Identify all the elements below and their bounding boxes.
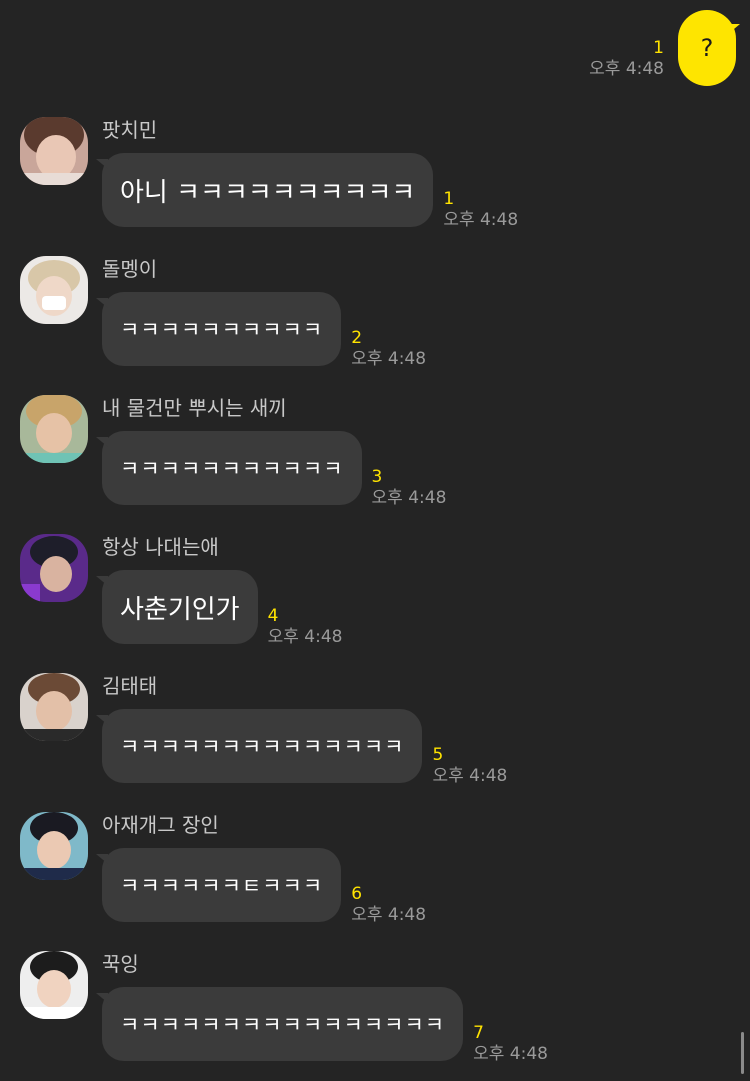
profile-photo-icon xyxy=(20,812,88,880)
sender-name: 꾹잉 xyxy=(102,952,139,976)
message-text: ㅋㅋㅋㅋㅋㅋㅋㅋㅋㅋㅋㅋㅋㅋ xyxy=(120,735,405,759)
message-bubble[interactable]: ㅋㅋㅋㅋㅋㅋㅋㅋㅋㅋ xyxy=(95,292,342,366)
profile-avatar[interactable] xyxy=(20,812,88,880)
my-message: 1 오후 4:48 ? xyxy=(589,10,740,86)
message-line: ㅋㅋㅋㅋㅋㅋㅋㅋㅋㅋ 2 오후 4:48 xyxy=(95,292,426,369)
message-text: 사춘기인가 xyxy=(120,594,240,625)
unread-count: 2 xyxy=(351,328,363,348)
profile-avatar[interactable] xyxy=(20,534,88,602)
message-time: 오후 4:48 xyxy=(432,766,508,786)
message-bubble[interactable]: 사춘기인가 xyxy=(96,570,258,644)
profile-avatar[interactable] xyxy=(20,395,88,463)
sender-name: 아재개그 장인 xyxy=(102,813,219,837)
message-time: 오후 4:48 xyxy=(351,905,427,925)
message-meta: 5 오후 4:48 xyxy=(432,745,507,787)
message-line: 아니 ㅋㅋㅋㅋㅋㅋㅋㅋㅋㅋ 1 오후 4:48 xyxy=(95,153,518,230)
profile-avatar[interactable] xyxy=(20,951,88,1019)
profile-photo-icon xyxy=(20,395,88,463)
sender-name: 내 물건만 뿌시는 새끼 xyxy=(102,396,287,420)
profile-photo-icon xyxy=(20,534,88,602)
my-message-meta: 1 오후 4:48 xyxy=(589,38,664,80)
message-time: 오후 4:48 xyxy=(443,210,519,230)
profile-photo-icon xyxy=(20,117,88,185)
sender-name: 김태태 xyxy=(102,674,158,698)
message-line: ㅋㅋㅋㅋㅋㅋㅋㅋㅋㅋㅋㅋㅋㅋ 5 오후 4:48 xyxy=(95,709,507,786)
unread-count: 5 xyxy=(432,745,444,765)
message-text: ㅋㅋㅋㅋㅋㅋㅋㅋㅋㅋ xyxy=(120,318,324,342)
message-time: 오후 4:48 xyxy=(473,1044,548,1064)
profile-photo-icon xyxy=(20,951,88,1019)
message-time: 오후 4:48 xyxy=(351,349,427,369)
message-text: ㅋㅋㅋㅋㅋㅋㅋㅋㅋㅋㅋㅋㅋㅋㅋㅋ xyxy=(120,1013,446,1037)
message-meta: 7 오후 4:48 xyxy=(473,1023,548,1065)
unread-count: 3 xyxy=(371,467,383,487)
message-bubble[interactable]: ㅋㅋㅋㅋㅋㅋㅋㅋㅋㅋㅋㅋㅋㅋㅋㅋ xyxy=(95,987,464,1061)
unread-count: 7 xyxy=(473,1023,484,1043)
message-meta: 2 오후 4:48 xyxy=(351,328,426,370)
profile-avatar[interactable] xyxy=(20,673,88,741)
chat-message: 김태태 ㅋㅋㅋㅋㅋㅋㅋㅋㅋㅋㅋㅋㅋㅋ 5 오후 4:48 xyxy=(0,673,750,803)
message-line: ㅋㅋㅋㅋㅋㅋㅋㅋㅋㅋㅋㅋㅋㅋㅋㅋ 7 오후 4:48 xyxy=(95,987,548,1064)
unread-count: 6 xyxy=(351,884,363,904)
sender-name: 항상 나대는애 xyxy=(102,535,219,559)
chat-message: 아재개그 장인 ㅋㅋㅋㅋㅋㅋㅌㅋㅋㅋ 6 오후 4:48 xyxy=(0,812,750,942)
profile-avatar[interactable] xyxy=(20,117,88,185)
sender-name: 돌멩이 xyxy=(102,257,158,281)
chat-message: 팟치민 아니 ㅋㅋㅋㅋㅋㅋㅋㅋㅋㅋ 1 오후 4:48 xyxy=(0,117,750,247)
message-meta: 4 오후 4:48 xyxy=(268,606,343,648)
unread-count: 1 xyxy=(443,189,455,209)
message-time: 오후 4:48 xyxy=(267,627,343,647)
message-text: 아니 ㅋㅋㅋㅋㅋㅋㅋㅋㅋㅋ xyxy=(120,177,416,208)
message-meta: 1 오후 4:48 xyxy=(443,189,518,231)
message-time: 오후 4:48 xyxy=(371,488,447,508)
message-line: 사춘기인가 4 오후 4:48 xyxy=(96,570,342,647)
message-meta: 3 오후 4:48 xyxy=(372,467,447,509)
chat-message: 항상 나대는애 사춘기인가 4 오후 4:48 xyxy=(0,534,750,664)
message-bubble[interactable]: ㅋㅋㅋㅋㅋㅋㅋㅋㅋㅋㅋㅋㅋㅋ xyxy=(95,709,423,783)
message-line: ㅋㅋㅋㅋㅋㅋㅌㅋㅋㅋ 6 오후 4:48 xyxy=(95,848,426,925)
message-bubble[interactable]: ㅋㅋㅋㅋㅋㅋㅋㅋㅋㅋㅋ xyxy=(96,431,362,505)
message-bubble[interactable]: 아니 ㅋㅋㅋㅋㅋㅋㅋㅋㅋㅋ xyxy=(95,153,434,227)
message-bubble[interactable]: ㅋㅋㅋㅋㅋㅋㅌㅋㅋㅋ xyxy=(95,848,342,922)
message-line: ㅋㅋㅋㅋㅋㅋㅋㅋㅋㅋㅋ 3 오후 4:48 xyxy=(96,431,446,508)
profile-photo-icon xyxy=(20,256,88,324)
profile-avatar[interactable] xyxy=(20,256,88,324)
chat-message: 꾹잉 ㅋㅋㅋㅋㅋㅋㅋㅋㅋㅋㅋㅋㅋㅋㅋㅋ 7 오후 4:48 xyxy=(0,951,750,1081)
scrollbar[interactable] xyxy=(741,1032,744,1074)
message-text: ㅋㅋㅋㅋㅋㅋㅌㅋㅋㅋ xyxy=(120,874,324,898)
chat-message: 내 물건만 뿌시는 새끼 ㅋㅋㅋㅋㅋㅋㅋㅋㅋㅋㅋ 3 오후 4:48 xyxy=(0,395,750,525)
profile-photo-icon xyxy=(20,673,88,741)
unread-count: 4 xyxy=(267,606,279,626)
message-time: 오후 4:48 xyxy=(589,59,664,79)
message-meta: 6 오후 4:48 xyxy=(351,884,426,926)
message-text: ㅋㅋㅋㅋㅋㅋㅋㅋㅋㅋㅋ xyxy=(120,457,344,481)
unread-count: 1 xyxy=(653,38,664,58)
chat-message: 돌멩이 ㅋㅋㅋㅋㅋㅋㅋㅋㅋㅋ 2 오후 4:48 xyxy=(0,256,750,386)
message-text: ? xyxy=(700,34,714,62)
my-message-bubble[interactable]: ? xyxy=(678,10,740,86)
sender-name: 팟치민 xyxy=(102,118,158,142)
